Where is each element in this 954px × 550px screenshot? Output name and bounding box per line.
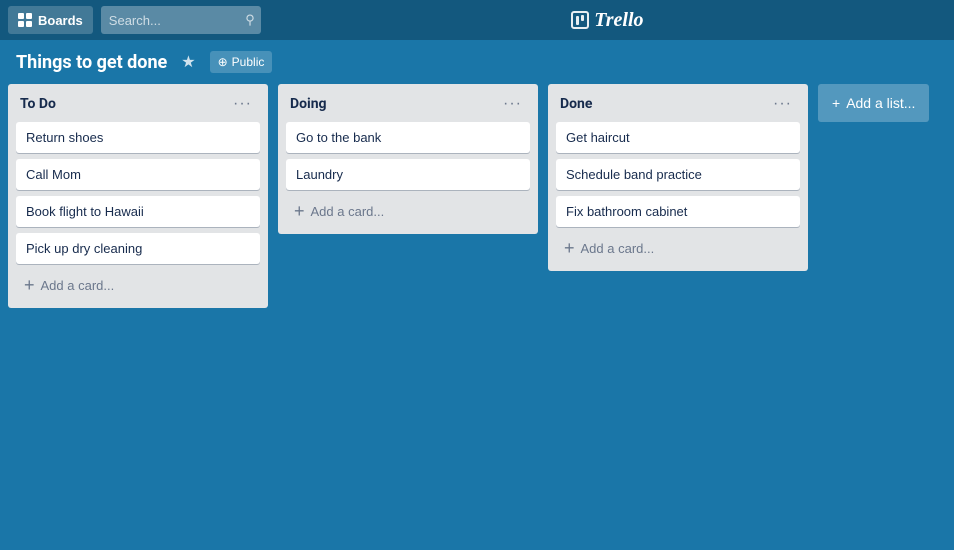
add-card-plus-icon: + [24, 276, 35, 294]
top-nav: Boards ⚲ Trello [0, 0, 954, 40]
search-input[interactable] [101, 6, 261, 34]
list-header-done: Done ··· [556, 92, 800, 116]
board-header: Things to get done ★ ⊕ Public [0, 40, 954, 84]
trello-logo-bar-right [581, 15, 584, 21]
card-card-5[interactable]: Go to the bank [286, 122, 530, 153]
add-card-label: Add a card... [41, 278, 115, 293]
globe-icon: ⊕ [218, 55, 228, 69]
add-card-button-todo[interactable]: + Add a card... [16, 270, 260, 300]
card-card-2[interactable]: Call Mom [16, 159, 260, 190]
add-card-label: Add a card... [581, 241, 655, 256]
add-card-button-doing[interactable]: + Add a card... [286, 196, 530, 226]
card-card-4[interactable]: Pick up dry cleaning [16, 233, 260, 264]
card-card-9[interactable]: Fix bathroom cabinet [556, 196, 800, 227]
list-doing: Doing ··· Go to the bank Laundry + Add a card… [278, 84, 538, 234]
boards-label: Boards [38, 13, 83, 28]
add-card-plus-icon: + [294, 202, 305, 220]
trello-logo-text: Trello [594, 9, 643, 32]
list-title-doing: Doing [290, 96, 327, 112]
list-title-todo: To Do [20, 96, 56, 112]
list-menu-button-done[interactable]: ··· [769, 94, 796, 114]
nav-logo: Trello [269, 9, 946, 32]
trello-logo: Trello [571, 9, 643, 32]
add-card-plus-icon: + [564, 239, 575, 257]
card-card-3[interactable]: Book flight to Hawaii [16, 196, 260, 227]
list-title-done: Done [560, 96, 592, 112]
star-icon: ★ [181, 54, 195, 71]
add-card-button-done[interactable]: + Add a card... [556, 233, 800, 263]
add-card-label: Add a card... [311, 204, 385, 219]
list-header-doing: Doing ··· [286, 92, 530, 116]
boards-icon [18, 13, 32, 27]
card-card-6[interactable]: Laundry [286, 159, 530, 190]
search-bar: ⚲ [101, 6, 261, 34]
card-card-7[interactable]: Get haircut [556, 122, 800, 153]
card-card-1[interactable]: Return shoes [16, 122, 260, 153]
add-list-plus-icon: + [832, 95, 840, 111]
trello-logo-bar-left [576, 16, 579, 25]
card-card-8[interactable]: Schedule band practice [556, 159, 800, 190]
list-done: Done ··· Get haircut Schedule band practice… [548, 84, 808, 271]
add-list-label: Add a list... [846, 95, 915, 111]
list-header-todo: To Do ··· [16, 92, 260, 116]
visibility-button[interactable]: ⊕ Public [210, 51, 273, 73]
visibility-label: Public [232, 55, 265, 69]
board-title: Things to get done [16, 52, 167, 73]
boards-button[interactable]: Boards [8, 6, 93, 34]
star-button[interactable]: ★ [177, 50, 199, 74]
list-todo: To Do ··· Return shoes Call Mom Book flight … [8, 84, 268, 308]
add-list-button[interactable]: + Add a list... [818, 84, 929, 122]
list-menu-button-todo[interactable]: ··· [229, 94, 256, 114]
board-content: To Do ··· Return shoes Call Mom Book flight … [0, 84, 954, 550]
trello-logo-icon [571, 11, 589, 29]
list-menu-button-doing[interactable]: ··· [499, 94, 526, 114]
